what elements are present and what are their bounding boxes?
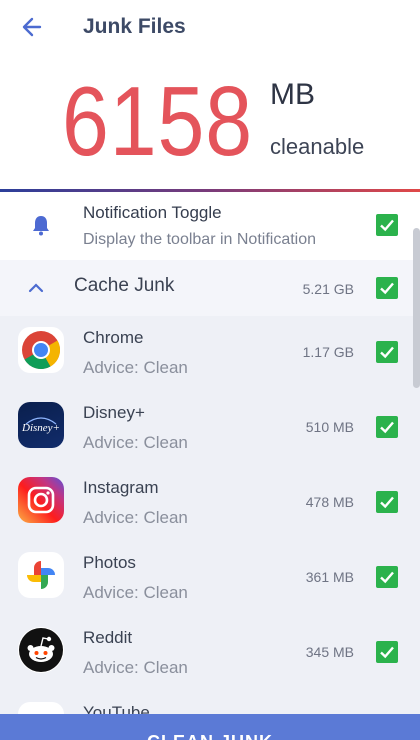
page-title: Junk Files bbox=[83, 15, 186, 38]
clean-junk-label: CLEAN JUNK bbox=[0, 732, 420, 740]
app-advice: Advice: Clean bbox=[83, 433, 188, 452]
app-checkbox[interactable] bbox=[376, 341, 398, 363]
list-item-photos[interactable]: Photos Advice: Clean 361 MB bbox=[0, 541, 420, 616]
check-icon bbox=[380, 421, 394, 434]
notification-toggle-row[interactable]: Notification Toggle Display the toolbar … bbox=[0, 192, 420, 260]
svg-text:Disney+: Disney+ bbox=[21, 422, 60, 434]
cache-junk-row[interactable]: Cache Junk 5.21 GB bbox=[0, 260, 420, 316]
app-checkbox[interactable] bbox=[376, 416, 398, 438]
notification-title: Notification Toggle bbox=[83, 203, 222, 222]
app-advice: Advice: Clean bbox=[83, 358, 188, 377]
app-advice: Advice: Clean bbox=[83, 508, 188, 527]
list-item-youtube[interactable]: YouTube bbox=[0, 691, 420, 714]
check-icon bbox=[380, 571, 394, 584]
app-name: Chrome bbox=[83, 328, 144, 347]
app-advice: Advice: Clean bbox=[83, 658, 188, 677]
cache-junk-label: Cache Junk bbox=[74, 275, 175, 296]
app-size: 478 MB bbox=[305, 494, 354, 510]
junk-summary: 6158 MB cleanable bbox=[0, 56, 420, 190]
google-photos-icon bbox=[18, 552, 64, 598]
app-advice: Advice: Clean bbox=[83, 583, 188, 602]
cache-junk-size: 5.21 GB bbox=[302, 281, 354, 297]
junk-caption: cleanable bbox=[270, 134, 365, 159]
check-icon bbox=[380, 219, 394, 232]
app-name: Reddit bbox=[83, 628, 133, 647]
list-item-chrome[interactable]: Chrome Advice: Clean 1.17 GB bbox=[0, 316, 420, 391]
clean-junk-button[interactable]: CLEAN JUNK bbox=[0, 714, 420, 740]
check-icon bbox=[380, 496, 394, 509]
instagram-icon bbox=[18, 477, 64, 523]
app-checkbox[interactable] bbox=[376, 641, 398, 663]
youtube-icon bbox=[18, 702, 64, 714]
check-icon bbox=[380, 646, 394, 659]
notification-subtitle: Display the toolbar in Notification bbox=[83, 231, 317, 248]
chrome-icon bbox=[18, 327, 64, 373]
app-name: Photos bbox=[83, 553, 136, 572]
junk-unit: MB bbox=[270, 78, 315, 111]
back-button[interactable] bbox=[18, 12, 48, 42]
disney-plus-icon: Disney+ bbox=[18, 402, 64, 448]
app-checkbox[interactable] bbox=[376, 566, 398, 588]
chevron-up-icon[interactable] bbox=[26, 278, 46, 298]
list-item-instagram[interactable]: Instagram Advice: Clean 478 MB bbox=[0, 466, 420, 541]
notification-checkbox[interactable] bbox=[376, 214, 398, 236]
app-header: Junk Files bbox=[0, 0, 420, 56]
bell-icon bbox=[33, 216, 49, 236]
junk-list[interactable]: Notification Toggle Display the toolbar … bbox=[0, 192, 420, 714]
arrow-left-icon bbox=[22, 17, 42, 37]
app-size: 1.17 GB bbox=[302, 344, 354, 360]
reddit-icon bbox=[18, 627, 64, 673]
cache-junk-checkbox[interactable] bbox=[376, 277, 398, 299]
list-item-disney[interactable]: Disney+ Disney+ Advice: Clean 510 MB bbox=[0, 391, 420, 466]
app-size: 361 MB bbox=[305, 569, 354, 585]
check-icon bbox=[380, 282, 394, 295]
junk-amount: 6158 bbox=[62, 66, 253, 176]
app-name: YouTube bbox=[83, 703, 150, 714]
app-name: Instagram bbox=[83, 478, 159, 497]
app-checkbox[interactable] bbox=[376, 491, 398, 513]
app-size: 345 MB bbox=[305, 644, 354, 660]
scrollbar[interactable] bbox=[413, 228, 420, 388]
list-item-reddit[interactable]: Reddit Advice: Clean 345 MB bbox=[0, 616, 420, 691]
check-icon bbox=[380, 346, 394, 359]
app-size: 510 MB bbox=[305, 419, 354, 435]
app-name: Disney+ bbox=[83, 403, 145, 422]
